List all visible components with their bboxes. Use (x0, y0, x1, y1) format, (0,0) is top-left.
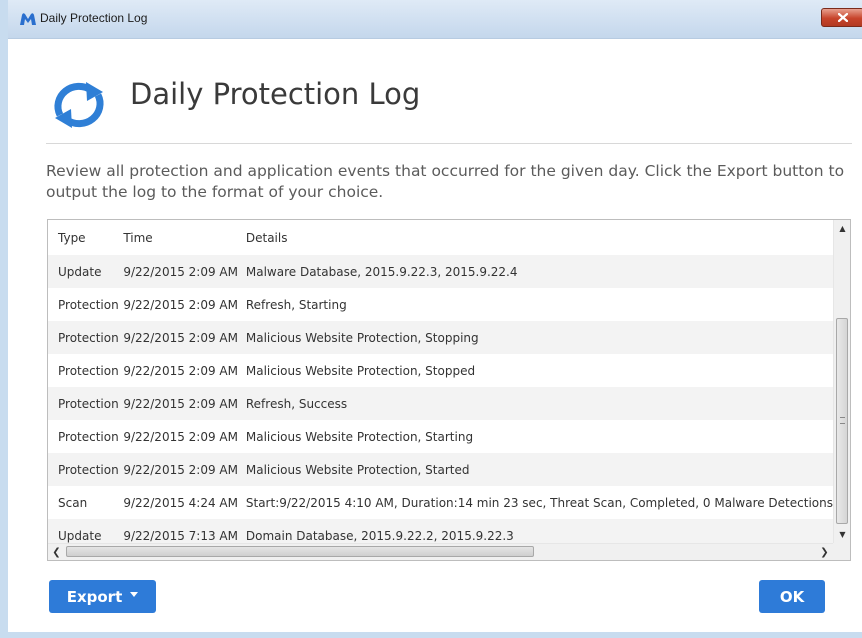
export-button-label: Export (66, 587, 123, 606)
cell-type: Protection (58, 297, 119, 312)
cell-time: 9/22/2015 2:09 AM (123, 321, 246, 354)
cell-type: Protection (58, 363, 119, 378)
table-row[interactable]: Protection 9/22/2015 2:09 AM Refresh, St… (48, 288, 833, 321)
cell-type: Protection (48, 387, 124, 420)
scroll-up-arrow-icon[interactable]: ▲ (834, 220, 850, 237)
cell-details: Malicious Website Protection, Started (245, 453, 833, 486)
page-title: Daily Protection Log (130, 77, 421, 111)
cell-details: Start:9/22/2015 4:10 AM, Duration:14 min… (245, 495, 833, 510)
ok-button-label: OK (779, 587, 805, 606)
cell-time: 9/22/2015 2:09 AM (123, 363, 238, 378)
log-table[interactable]: Type Time Details Update 9/22/2015 2:09 … (47, 219, 851, 561)
table-row[interactable]: Update 9/22/2015 7:13 AM Domain Database… (48, 519, 833, 543)
cell-details: Malicious Website Protection, Starting (245, 429, 474, 444)
ok-button[interactable]: OK (759, 580, 825, 613)
cell-time: 9/22/2015 2:09 AM (123, 387, 246, 420)
table-row[interactable]: Protection 9/22/2015 2:09 AM Malicious W… (48, 420, 833, 453)
cell-type: Protection (48, 453, 124, 486)
description-text: Review all protection and application ev… (46, 162, 845, 201)
cell-details: Refresh, Starting (245, 297, 347, 312)
scroll-right-arrow-icon[interactable]: ❯ (816, 544, 833, 560)
table-header-row: Type Time Details (48, 220, 833, 255)
log-grid: Type Time Details Update 9/22/2015 2:09 … (48, 220, 833, 543)
table-row[interactable]: Protection 9/22/2015 2:09 AM Malicious W… (48, 354, 833, 387)
column-header-details[interactable]: Details (246, 220, 833, 255)
cell-type: Update (48, 519, 124, 543)
cell-details: Malware Database, 2015.9.22.3, 2015.9.22… (245, 255, 833, 288)
scrollbar-corner (833, 543, 850, 560)
grip-icon (840, 417, 845, 424)
column-header-time[interactable]: Time (123, 220, 246, 255)
window-title: Daily Protection Log (40, 11, 148, 25)
table-row[interactable]: Update 9/22/2015 2:09 AM Malware Databas… (48, 255, 833, 288)
cell-type: Scan (58, 495, 88, 510)
close-icon (837, 13, 848, 22)
cell-details: Refresh, Success (245, 387, 833, 420)
table-row[interactable]: Protection 9/22/2015 2:09 AM Refresh, Su… (48, 387, 833, 420)
cell-time: 9/22/2015 2:09 AM (123, 429, 238, 444)
cell-time: 9/22/2015 2:09 AM (123, 255, 246, 288)
malwarebytes-logo-icon (20, 13, 36, 25)
horizontal-scrollbar[interactable]: ❮ ❯ (48, 543, 833, 560)
table-row[interactable]: Scan 9/22/2015 4:24 AM Start:9/22/2015 4… (48, 486, 833, 519)
column-header-type[interactable]: Type (48, 220, 123, 255)
horizontal-scroll-thumb[interactable] (66, 546, 534, 557)
title-bar[interactable]: Daily Protection Log (8, 0, 862, 39)
cell-time: 9/22/2015 2:09 AM (123, 297, 238, 312)
chevron-down-icon (130, 592, 139, 597)
cell-details: Domain Database, 2015.9.22.2, 2015.9.22.… (245, 519, 833, 543)
cell-type: Protection (48, 321, 124, 354)
table-row[interactable]: Protection 9/22/2015 2:09 AM Malicious W… (48, 453, 833, 486)
close-button[interactable] (821, 8, 862, 27)
dialog-content: Daily Protection Log Review all protecti… (16, 39, 862, 632)
log-viewport: Type Time Details Update 9/22/2015 2:09 … (48, 220, 833, 543)
vertical-scrollbar[interactable]: ▲ ▼ (833, 220, 850, 543)
cell-details: Malicious Website Protection, Stopped (245, 363, 476, 378)
cell-details: Malicious Website Protection, Stopping (245, 321, 833, 354)
scroll-left-arrow-icon[interactable]: ❮ (48, 544, 65, 560)
dialog-window: Daily Protection Log Daily Protection Lo… (0, 0, 862, 638)
cell-type: Protection (58, 429, 119, 444)
scroll-down-arrow-icon[interactable]: ▼ (834, 526, 850, 543)
header-divider (46, 143, 852, 144)
cell-time: 9/22/2015 4:24 AM (123, 495, 238, 510)
cell-type: Update (48, 255, 124, 288)
cell-time: 9/22/2015 2:09 AM (123, 453, 246, 486)
cell-time: 9/22/2015 7:13 AM (123, 519, 246, 543)
export-button[interactable]: Export (49, 580, 156, 613)
refresh-icon (54, 82, 104, 128)
table-row[interactable]: Protection 9/22/2015 2:09 AM Malicious W… (48, 321, 833, 354)
vertical-scroll-thumb[interactable] (836, 318, 848, 524)
